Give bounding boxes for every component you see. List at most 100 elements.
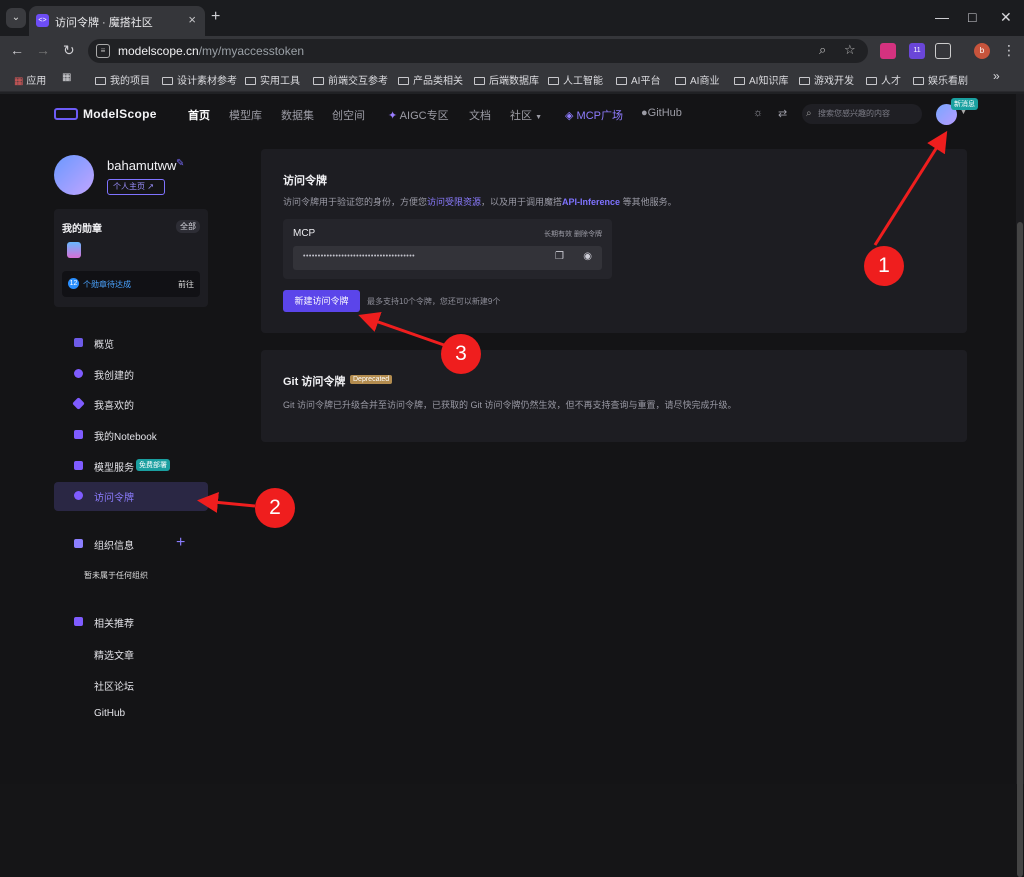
zoom-icon[interactable]: ⌕ xyxy=(819,42,826,58)
back-icon[interactable]: ← xyxy=(10,42,24,58)
profile-avatar[interactable] xyxy=(54,155,94,195)
sidebar-item-access-token[interactable]: 访问令牌 xyxy=(54,482,208,511)
menu-dots-icon[interactable]: ⋮ xyxy=(1002,42,1016,59)
go-link[interactable]: 前往 xyxy=(178,279,194,290)
pending-medals-row[interactable]: 12 个勋章待达成 前往 xyxy=(62,271,200,297)
pending-count: 12 xyxy=(68,278,79,289)
org-title: 组织信息 xyxy=(94,541,134,552)
token-name: MCP xyxy=(293,228,316,239)
avatar-chevron-icon[interactable]: ▼ xyxy=(960,109,967,116)
nav-community[interactable]: 社区 ▼ xyxy=(510,107,542,123)
bookmark-star-icon[interactable]: ☆ xyxy=(844,42,856,58)
bookmark-label: 娱乐看剧 xyxy=(928,76,968,87)
sidebar-item-label: 概览 xyxy=(94,340,114,351)
bookmark-folder[interactable]: 游戏开发 xyxy=(799,72,854,87)
nav-github[interactable]: ●GitHub xyxy=(641,107,682,119)
token-validity: 长期有效 xyxy=(544,231,573,238)
nav-docs[interactable]: 文档 xyxy=(469,107,491,123)
bookmark-folder[interactable]: 娱乐看剧 xyxy=(913,72,968,87)
site-info-icon[interactable]: ≡ xyxy=(96,44,110,58)
bookmark-folder[interactable]: 前端交互参考 xyxy=(313,72,388,87)
bookmark-folder[interactable]: AI知识库 xyxy=(734,72,788,87)
scrollbar[interactable] xyxy=(1016,94,1024,877)
token-value-field[interactable]: •••••••••••••••••••••••••••••••••••••• ❐… xyxy=(293,246,602,270)
username: bahamutww xyxy=(107,158,177,173)
minimize-icon[interactable]: — xyxy=(935,9,949,25)
recommend-link-github[interactable]: GitHub xyxy=(94,708,125,719)
bookmark-folder[interactable]: 我的项目 xyxy=(95,72,150,87)
sidebar-item-label: 访问令牌 xyxy=(94,493,134,504)
new-access-token-button[interactable]: 新建访问令牌 xyxy=(283,290,360,312)
scroll-thumb[interactable] xyxy=(1017,222,1023,877)
recommend-link-forum[interactable]: 社区论坛 xyxy=(94,678,134,693)
bookmark-folder[interactable]: 人工智能 xyxy=(548,72,603,87)
medals-all-button[interactable]: 全部 xyxy=(176,220,200,233)
bookmark-apps[interactable]: ▦ 应用 xyxy=(14,72,46,87)
sidebar-item-model-service[interactable]: 模型服务 免费部署 xyxy=(54,452,208,481)
grid-icon[interactable]: ▦ xyxy=(62,72,71,83)
bookmark-folder[interactable]: AI平台 xyxy=(616,72,660,87)
medals-panel: 我的勋章 全部 12 个勋章待达成 前往 xyxy=(54,209,208,307)
close-window-icon[interactable]: ✕ xyxy=(1000,9,1012,26)
eye-slash-icon[interactable]: ◉ xyxy=(583,251,592,262)
api-inference-link[interactable]: API-Inference xyxy=(562,197,620,207)
tab-title: 访问令牌 · 魔搭社区 xyxy=(55,17,153,29)
active-tab[interactable]: <> 访问令牌 · 魔搭社区 × xyxy=(29,6,205,36)
nav-studios[interactable]: 创空间 xyxy=(332,107,365,123)
nav-mcp[interactable]: ◈ MCP广场 xyxy=(565,107,623,123)
bookmark-folder[interactable]: 产品类相关 xyxy=(398,72,463,87)
delete-token-link[interactable]: 删除令牌 xyxy=(574,231,602,238)
extensions-puzzle-icon[interactable] xyxy=(935,43,951,59)
bookmark-folder[interactable]: 设计素材参考 xyxy=(162,72,237,87)
site-search-input[interactable]: 搜索您感兴趣的内容 xyxy=(802,104,922,124)
url-text[interactable]: modelscope.cn/my/myaccesstoken xyxy=(118,44,304,58)
sidebar-item-overview[interactable]: 概览 xyxy=(54,329,208,358)
nav-datasets[interactable]: 数据集 xyxy=(281,107,314,123)
folder-icon xyxy=(866,77,877,85)
bookmark-label: 前端交互参考 xyxy=(328,76,388,87)
access-token-card: 访问令牌 访问令牌用于验证您的身份，方便您访问受限资源，以及用于调用魔搭API-… xyxy=(261,149,967,333)
tab-search-button[interactable]: ⌄ xyxy=(6,8,26,28)
sidebar-item-label: 我喜欢的 xyxy=(94,401,134,412)
nav-github-label: GitHub xyxy=(647,107,682,119)
recommend-link-articles[interactable]: 精选文章 xyxy=(94,647,134,662)
new-tab-button[interactable]: + xyxy=(211,8,220,26)
sidebar-item-liked[interactable]: 我喜欢的 xyxy=(54,390,208,419)
edit-profile-icon[interactable]: ✎ xyxy=(176,158,184,169)
modelscope-logo[interactable]: ModelScope xyxy=(54,107,157,121)
github-icon: ● xyxy=(641,107,648,119)
nav-models[interactable]: 模型库 xyxy=(229,107,262,123)
copy-icon[interactable]: ❐ xyxy=(555,251,564,262)
translate-extension-icon[interactable] xyxy=(880,43,896,59)
bookmarks-overflow-icon[interactable]: » xyxy=(993,69,1000,83)
folder-icon xyxy=(162,77,173,85)
tab-close-icon[interactable]: × xyxy=(188,12,196,27)
bookmark-label: AI知识库 xyxy=(749,76,789,87)
sidebar-item-notebook[interactable]: 我的Notebook xyxy=(54,421,208,450)
restricted-resources-link[interactable]: 访问受限资源 xyxy=(427,197,481,207)
extension-badge-icon[interactable]: 11 xyxy=(909,43,925,59)
bookmark-folder[interactable]: AI商业 xyxy=(675,72,719,87)
desc-suffix: 等其他服务。 xyxy=(620,197,677,207)
bookmark-folder[interactable]: 后端数据库 xyxy=(474,72,539,87)
maximize-icon[interactable]: □ xyxy=(968,9,976,25)
site-header: ModelScope 首页 模型库 数据集 创空间 ✦ AIGC专区 文档 社区… xyxy=(0,94,1016,134)
medal-icon[interactable] xyxy=(67,242,81,258)
bookmark-folder[interactable]: 人才 xyxy=(866,72,901,87)
reload-icon[interactable]: ↻ xyxy=(63,42,75,59)
nav-aigc[interactable]: ✦ AIGC专区 xyxy=(388,107,449,123)
personal-homepage-button[interactable]: 个人主页 ↗ xyxy=(107,179,165,195)
add-org-button[interactable]: + xyxy=(176,534,185,552)
nav-home[interactable]: 首页 xyxy=(188,107,210,123)
theme-toggle-icon[interactable]: ☼ xyxy=(753,107,763,119)
bookmark-label: 游戏开发 xyxy=(814,76,854,87)
language-icon[interactable]: ⇄ xyxy=(778,107,787,120)
sidebar-item-created[interactable]: 我创建的 xyxy=(54,360,208,389)
profile-icon[interactable]: b xyxy=(974,43,990,59)
bookmark-folder[interactable]: 实用工具 xyxy=(245,72,300,87)
forward-icon[interactable]: → xyxy=(36,42,50,58)
chevron-down-icon: ▼ xyxy=(535,114,542,121)
folder-icon xyxy=(245,77,256,85)
address-bar[interactable]: ≡ modelscope.cn/my/myaccesstoken ⌕ ☆ xyxy=(88,39,868,63)
desc-prefix: 访问令牌用于验证您的身份，方便您 xyxy=(283,197,428,207)
